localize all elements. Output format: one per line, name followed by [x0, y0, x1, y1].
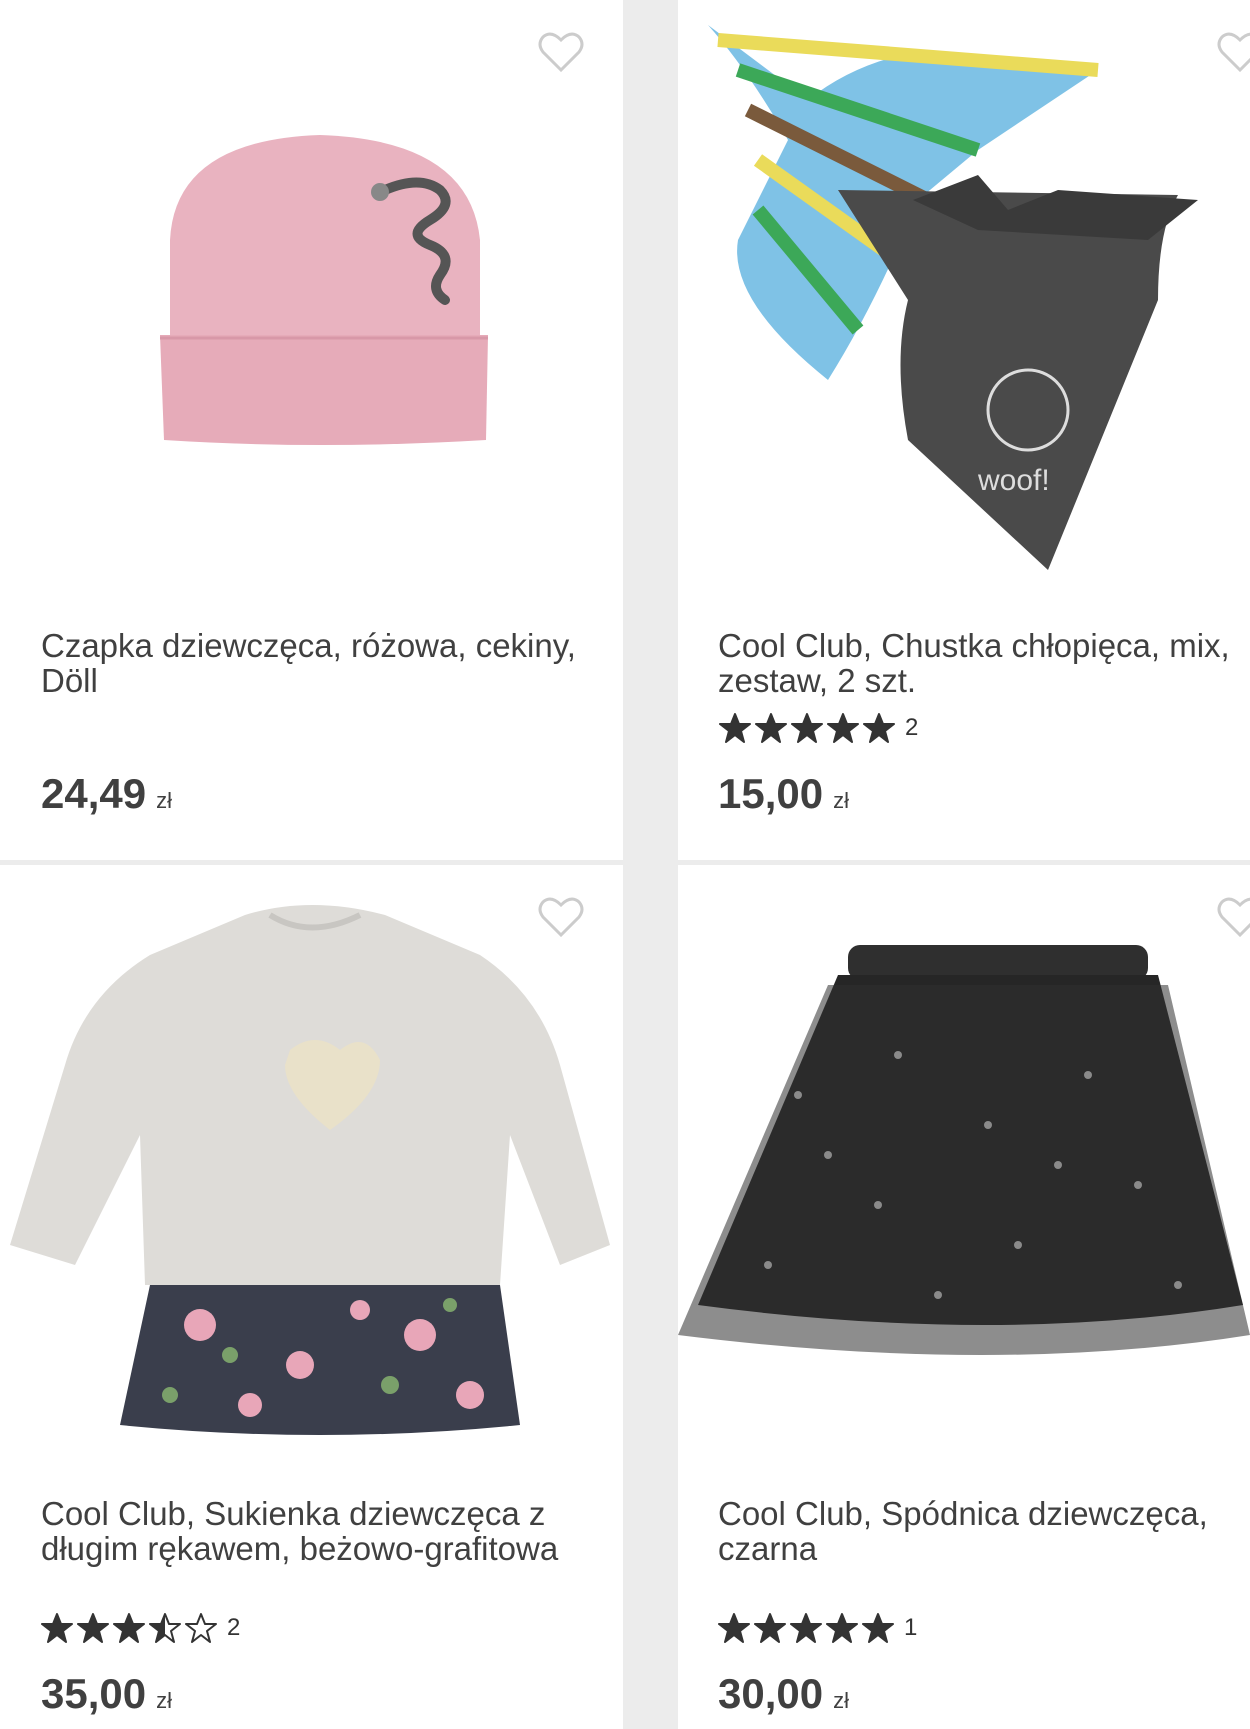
product-price: 15,00 zł	[718, 770, 849, 818]
svg-text:woof!: woof!	[977, 464, 1050, 497]
review-count: 2	[227, 1614, 241, 1641]
star-icon	[113, 1613, 145, 1643]
star-icon	[185, 1613, 217, 1643]
product-price: 35,00 zł	[41, 1670, 172, 1718]
star-icon	[863, 713, 895, 743]
star-icon	[791, 713, 823, 743]
heart-icon[interactable]	[1216, 895, 1250, 939]
heart-icon[interactable]	[537, 895, 585, 939]
star-icon	[754, 1613, 786, 1643]
star-icon	[719, 713, 751, 743]
price-currency: zł	[833, 1688, 849, 1713]
star-icon	[862, 1613, 894, 1643]
star-icon	[755, 713, 787, 743]
product-title[interactable]: Cool Club, Spódnica dziewczęca, czarna	[718, 1496, 1238, 1566]
price-value: 35,00	[41, 1670, 147, 1717]
product-title[interactable]: Cool Club, Sukienka dziewczęca z długim …	[41, 1496, 601, 1566]
product-grid: Czapka dziewczęca, różowa, cekiny, Döll …	[0, 0, 1250, 1729]
star-icon	[77, 1613, 109, 1643]
product-card[interactable]: Cool Club, Sukienka dziewczęca z długim …	[0, 865, 623, 1729]
product-card[interactable]: Czapka dziewczęca, różowa, cekiny, Döll …	[0, 0, 623, 860]
heart-icon[interactable]	[537, 30, 585, 74]
product-title[interactable]: Cool Club, Chustka chłopięca, mix, zesta…	[718, 628, 1238, 698]
product-card[interactable]: woof! Cool Club, Chustka chłopięca, mix,…	[678, 0, 1250, 860]
star-icon	[790, 1613, 822, 1643]
rating-stars: 2	[719, 712, 918, 744]
product-image[interactable]: woof!	[678, 0, 1250, 600]
review-count: 1	[904, 1614, 918, 1641]
star-icon	[41, 1613, 73, 1643]
rating-stars: 2	[41, 1612, 240, 1644]
price-currency: zł	[156, 1688, 172, 1713]
star-icon	[826, 1613, 858, 1643]
product-price: 30,00 zł	[718, 1670, 849, 1718]
product-image[interactable]	[678, 865, 1250, 1465]
price-currency: zł	[156, 788, 172, 813]
star-icon	[718, 1613, 750, 1643]
star-icon	[827, 713, 859, 743]
price-value: 15,00	[718, 770, 824, 817]
rating-stars: 1	[718, 1612, 917, 1644]
price-currency: zł	[833, 788, 849, 813]
product-image[interactable]	[0, 0, 623, 600]
product-card[interactable]: Cool Club, Spódnica dziewczęca, czarna 1…	[678, 865, 1250, 1729]
product-price: 24,49 zł	[41, 770, 172, 818]
heart-icon[interactable]	[1216, 30, 1250, 74]
product-title[interactable]: Czapka dziewczęca, różowa, cekiny, Döll	[41, 628, 601, 698]
review-count: 2	[905, 714, 919, 741]
price-value: 30,00	[718, 1670, 824, 1717]
price-value: 24,49	[41, 770, 147, 817]
star-icon	[149, 1613, 181, 1643]
product-image[interactable]	[0, 865, 623, 1465]
